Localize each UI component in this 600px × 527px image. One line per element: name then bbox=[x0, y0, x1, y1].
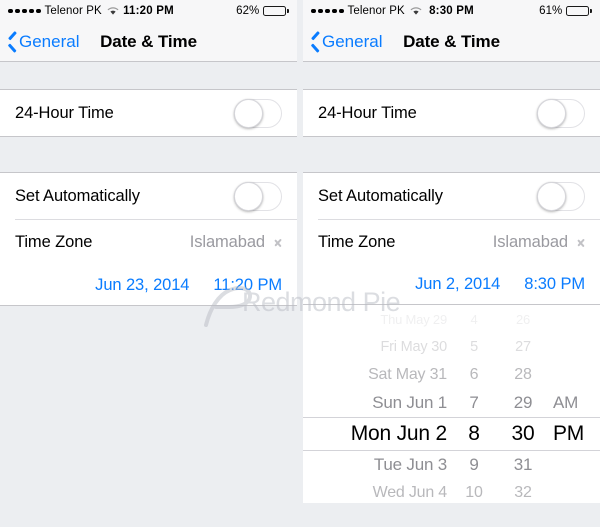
status-bar-right: Telenor PK 8:30 PM 61% bbox=[303, 0, 600, 22]
summary-date-value: Jun 23, 2014 bbox=[95, 275, 190, 294]
toggle-knob bbox=[234, 181, 263, 211]
picker-row[interactable]: Tue Jun 3 9 31 bbox=[303, 451, 600, 479]
picker-hour-value: 7 bbox=[469, 393, 479, 412]
picker-row-selected[interactable]: Mon Jun 2 8 30 PM bbox=[303, 417, 600, 451]
picker-hour-value: 10 bbox=[465, 484, 483, 501]
picker-selected-hour: 8 bbox=[468, 422, 480, 445]
picker-hour-value: 9 bbox=[469, 455, 479, 474]
chevron-left-icon bbox=[310, 34, 319, 50]
row-time-zone[interactable]: Time Zone Islamabad bbox=[303, 219, 600, 265]
group-24hour-right: 24-Hour Time bbox=[303, 89, 600, 137]
picker-row[interactable]: Fri May 30 5 27 bbox=[303, 333, 600, 361]
row-date-time-summary[interactable]: Jun 2, 2014 8:30 PM bbox=[303, 265, 600, 305]
back-button-general[interactable]: General bbox=[7, 32, 79, 52]
picker-minute-value: 32 bbox=[514, 484, 532, 501]
back-button-label: General bbox=[19, 31, 80, 51]
chevron-right-icon bbox=[577, 236, 585, 249]
picker-date-value: Tue Jun 3 bbox=[373, 455, 447, 474]
group-autoset-left: Set Automatically Time Zone Islamabad Ju… bbox=[0, 172, 297, 306]
picker-date-value: Thu May 29 bbox=[380, 311, 447, 327]
toggle-knob bbox=[537, 98, 566, 128]
wifi-icon bbox=[410, 6, 422, 16]
back-button-general[interactable]: General bbox=[310, 32, 382, 52]
picker-date-value: Wed Jun 4 bbox=[372, 484, 448, 501]
battery-percent-label: 61% bbox=[539, 5, 563, 17]
status-bar-left: Telenor PK 11:20 PM 62% bbox=[0, 0, 297, 22]
back-button-label: General bbox=[322, 31, 383, 51]
picker-minute-value: 29 bbox=[513, 393, 533, 412]
row-label-24-hour-time: 24-Hour Time bbox=[15, 103, 114, 122]
picker-date-value: Fri May 30 bbox=[380, 339, 448, 355]
row-label-24-hour-time: 24-Hour Time bbox=[318, 103, 417, 122]
battery-percent-label: 62% bbox=[236, 5, 260, 17]
picker-hour-value: 5 bbox=[470, 339, 478, 355]
toggle-knob bbox=[234, 98, 263, 128]
picker-meridiem-value: AM bbox=[553, 393, 579, 412]
phone-panel-left: Telenor PK 11:20 PM 62% General Date & T… bbox=[0, 0, 297, 527]
nav-bar-left: General Date & Time bbox=[0, 22, 297, 62]
status-bar-right-group: 62% bbox=[236, 5, 289, 17]
wifi-icon bbox=[107, 6, 119, 16]
signal-strength-icon bbox=[8, 8, 41, 14]
status-bar-right-group: 61% bbox=[539, 5, 592, 17]
toggle-set-automatically[interactable] bbox=[234, 181, 282, 211]
picker-minute-value: 27 bbox=[515, 339, 531, 355]
row-value-time-zone: Islamabad bbox=[492, 232, 568, 251]
page-background-right bbox=[303, 503, 600, 527]
row-label-set-automatically: Set Automatically bbox=[318, 186, 443, 205]
picker-row[interactable]: Wed Jun 4 10 32 bbox=[303, 479, 600, 503]
section-gap-mid-right bbox=[303, 137, 600, 172]
row-24-hour-time[interactable]: 24-Hour Time bbox=[0, 90, 297, 136]
summary-date-value: Jun 2, 2014 bbox=[415, 275, 501, 293]
picker-selected-date: Mon Jun 2 bbox=[350, 422, 447, 445]
status-bar-left-group: Telenor PK bbox=[311, 5, 422, 17]
row-set-automatically[interactable]: Set Automatically bbox=[303, 173, 600, 219]
row-label-time-zone: Time Zone bbox=[318, 232, 396, 251]
picker-hour-value: 6 bbox=[469, 366, 479, 383]
toggle-24-hour-time[interactable] bbox=[537, 98, 585, 128]
group-autoset-right: Set Automatically Time Zone Islamabad Ju… bbox=[303, 172, 600, 305]
row-24-hour-time[interactable]: 24-Hour Time bbox=[303, 90, 600, 136]
status-bar-left-group: Telenor PK bbox=[8, 5, 119, 17]
picker-row[interactable]: Sat May 31 6 28 bbox=[303, 361, 600, 389]
comparison-screenshot: Telenor PK 11:20 PM 62% General Date & T… bbox=[0, 0, 600, 527]
toggle-24-hour-time[interactable] bbox=[234, 98, 282, 128]
picker-date-value: Sat May 31 bbox=[368, 366, 447, 383]
date-time-picker[interactable]: Thu May 29 4 26 Fri May 30 5 27 Sat May … bbox=[303, 305, 600, 503]
carrier-name: Telenor PK bbox=[44, 5, 102, 17]
picker-selected-meridiem: PM bbox=[553, 422, 585, 445]
page-background-left bbox=[0, 306, 297, 527]
section-gap-mid-left bbox=[0, 137, 297, 172]
section-gap-top-left bbox=[0, 62, 297, 89]
row-date-time-summary[interactable]: Jun 23, 2014 11:20 PM bbox=[0, 265, 297, 305]
group-24hour-left: 24-Hour Time bbox=[0, 89, 297, 137]
picker-date-value: Sun Jun 1 bbox=[372, 393, 447, 412]
summary-time-value: 11:20 PM bbox=[213, 275, 282, 294]
toggle-knob bbox=[537, 181, 566, 211]
toggle-set-automatically[interactable] bbox=[537, 181, 585, 211]
row-label-time-zone: Time Zone bbox=[15, 232, 93, 251]
battery-icon bbox=[263, 5, 289, 17]
phone-panel-right: Telenor PK 8:30 PM 61% General Date & Ti… bbox=[303, 0, 600, 527]
chevron-left-icon bbox=[7, 34, 16, 50]
signal-strength-icon bbox=[311, 8, 344, 14]
row-value-time-zone: Islamabad bbox=[189, 232, 265, 251]
picker-row[interactable]: Thu May 29 4 26 bbox=[303, 305, 600, 333]
picker-hour-value: 4 bbox=[470, 311, 478, 327]
row-time-zone[interactable]: Time Zone Islamabad bbox=[0, 219, 297, 265]
picker-selected-minute: 30 bbox=[511, 422, 535, 445]
nav-bar-right: General Date & Time bbox=[303, 22, 600, 62]
summary-time-value: 8:30 PM bbox=[524, 275, 585, 293]
chevron-right-icon bbox=[274, 236, 282, 249]
battery-icon bbox=[566, 5, 592, 17]
picker-minute-value: 28 bbox=[514, 366, 532, 383]
picker-minute-value: 31 bbox=[513, 455, 533, 474]
picker-row[interactable]: Sun Jun 1 7 29 AM bbox=[303, 389, 600, 417]
picker-minute-value: 26 bbox=[515, 311, 531, 327]
carrier-name: Telenor PK bbox=[347, 5, 405, 17]
section-gap-top-right bbox=[303, 62, 600, 89]
row-label-set-automatically: Set Automatically bbox=[15, 186, 140, 205]
row-set-automatically[interactable]: Set Automatically bbox=[0, 173, 297, 219]
